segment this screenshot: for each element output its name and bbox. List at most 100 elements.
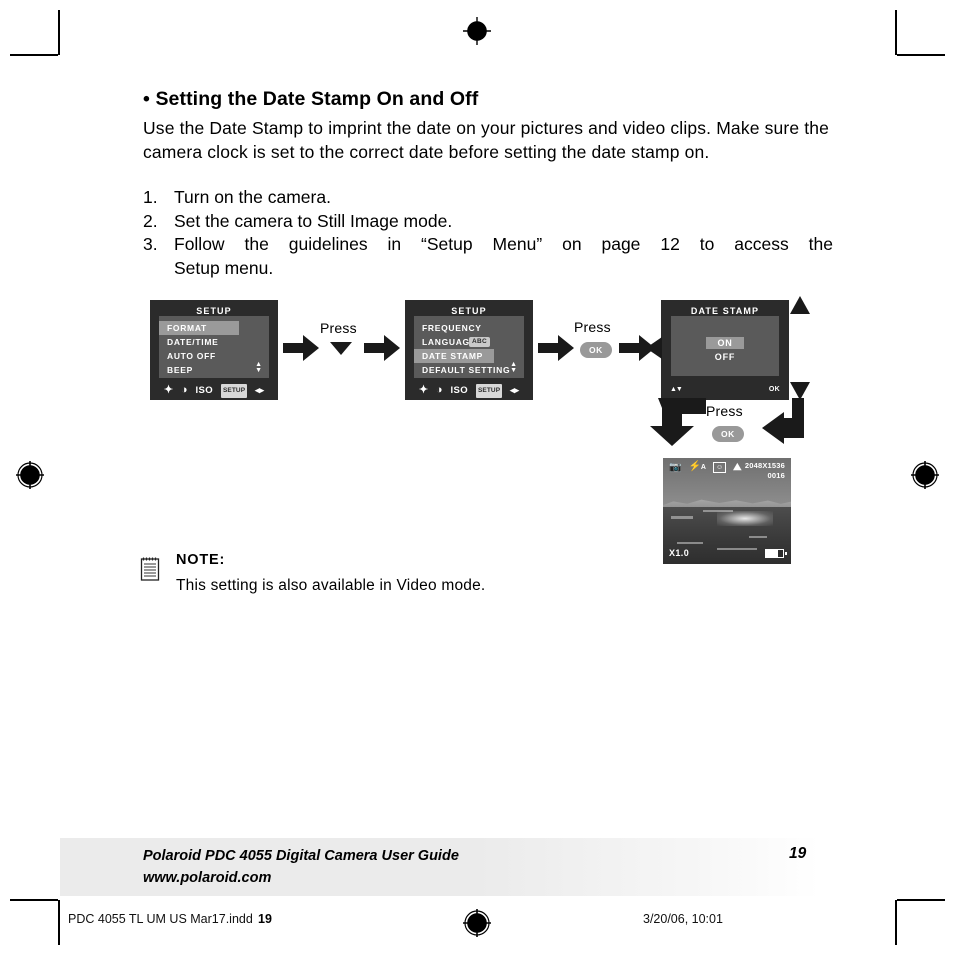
white-balance-icon[interactable]: ✦ <box>419 385 428 396</box>
language-abc-badge: ABC <box>469 337 490 347</box>
flow-arrow-bent-down-left-icon <box>648 398 706 446</box>
preview-capture-info: 2048X1536 0016 <box>745 461 785 481</box>
menu-item-format[interactable]: FORMAT <box>159 321 239 335</box>
iso-icon[interactable]: ISO <box>451 385 469 396</box>
camera-screen-setup-2: SETUP FREQUENCY LANGUAGE ABC DATE STAMP … <box>405 300 533 400</box>
date-stamp-options-panel: ON OFF <box>671 316 779 376</box>
intro-line-3: date stamp on. <box>591 141 710 162</box>
up-down-arrow-icon: ▲▼ <box>670 386 683 393</box>
step-text: Set the camera to Still Image mode. <box>174 210 453 231</box>
setup-tab-icon[interactable]: SETUP <box>475 383 503 398</box>
menu-item-label: FORMAT <box>167 323 207 333</box>
registration-mark-top-icon <box>460 14 494 48</box>
preview-glare <box>716 511 774 526</box>
preview-detail <box>703 510 733 512</box>
menu-item-label: BEEP <box>167 365 193 375</box>
footer-guide-line-1: Polaroid PDC 4055 Digital Camera User Gu… <box>143 848 459 864</box>
page-number: 19 <box>789 845 807 862</box>
white-balance-icon[interactable]: ✦ <box>164 385 173 396</box>
contrast-icon[interactable]: ◑ <box>436 385 443 396</box>
screen1-title: SETUP <box>196 306 232 316</box>
step-text-line-1: Follow the guidelines in “Setup Menu” on… <box>174 234 833 254</box>
press-label-3: Press <box>706 403 743 419</box>
screen3-title: DATE STAMP <box>690 306 760 316</box>
flow-arrow-up-icon <box>790 296 810 314</box>
contrast-icon[interactable]: ◑ <box>181 385 188 396</box>
menu-item-label: FREQUENCY <box>422 323 482 333</box>
setup-tab-icon[interactable]: SETUP <box>220 383 248 398</box>
registration-mark-left-icon <box>13 458 47 492</box>
menu-item-date-time[interactable]: DATE/TIME <box>159 335 269 349</box>
scroll-up-down-icon[interactable]: ▲ ▼ <box>510 361 517 374</box>
flow-arrow-bent-left-icon <box>752 398 804 444</box>
crop-mark-bottom-right-horizontal <box>897 899 945 901</box>
steps-list: 1. Turn on the camera. 2. Set the camera… <box>143 186 833 280</box>
preview-top-osd: 📷 ⚡A ☺ ⛰ 2048X1536 0016 <box>663 458 791 484</box>
screen2-tab-bar: ✦ ◑ ISO SETUP ◂▸ <box>405 381 533 400</box>
ok-button-chip-1[interactable]: OK <box>580 342 612 358</box>
press-label-2: Press <box>574 319 611 335</box>
flow-arrow-right-1-icon <box>283 335 319 361</box>
flow-arrow-right-3-icon <box>538 335 574 361</box>
flow-arrow-pointer-icon <box>646 337 662 359</box>
date-stamp-option-off[interactable]: OFF <box>671 352 779 362</box>
page-title: • Setting the Date Stamp On and Off <box>143 88 479 110</box>
menu-item-beep[interactable]: BEEP <box>159 363 269 377</box>
crop-mark-top-left-horizontal <box>10 54 58 56</box>
menu-item-label: DATE STAMP <box>422 351 483 361</box>
imprint-filename: PDC 4055 TL UM US Mar17.indd <box>68 912 253 926</box>
screen1-menu-panel: FORMAT DATE/TIME AUTO OFF BEEP ▲ ▼ <box>159 316 269 378</box>
imprint-timestamp: 3/20/06, 10:01 <box>643 912 723 926</box>
menu-item-default-setting[interactable]: DEFAULT SETTING <box>414 363 524 377</box>
registration-mark-bottom-icon <box>460 906 494 940</box>
menu-item-label: DATE/TIME <box>167 337 219 347</box>
list-item: 2. Set the camera to Still Image mode. <box>143 210 833 234</box>
preview-bottom-osd: X1.0 <box>663 548 791 560</box>
menu-item-frequency[interactable]: FREQUENCY <box>414 321 524 335</box>
crop-mark-bottom-right-vertical <box>895 900 897 945</box>
left-right-icon[interactable]: ◂▸ <box>510 385 519 396</box>
press-label-1: Press <box>320 320 357 336</box>
left-right-icon[interactable]: ◂▸ <box>255 385 264 396</box>
intro-line-1: Use the Date Stamp to imprint the date o… <box>143 118 712 138</box>
preview-detail <box>671 516 693 519</box>
menu-item-auto-off[interactable]: AUTO OFF <box>159 349 269 363</box>
footer-website: www.polaroid.com <box>143 870 272 886</box>
portrait-frame-icon: ☺ <box>712 462 727 473</box>
menu-item-date-stamp[interactable]: DATE STAMP <box>414 349 494 363</box>
down-arrow-icon <box>330 342 352 355</box>
registration-mark-right-icon <box>908 458 942 492</box>
scroll-up-down-icon[interactable]: ▲ ▼ <box>255 361 262 374</box>
menu-item-language[interactable]: LANGUAGE ABC <box>414 335 524 349</box>
note-title: NOTE: <box>176 552 226 568</box>
step-text: Turn on the camera. <box>174 187 331 207</box>
screen3-footer: ▲▼ OK <box>661 386 789 398</box>
crop-mark-bottom-left-vertical <box>58 900 60 945</box>
camera-screen-date-stamp: DATE STAMP ON OFF ▲▼ OK <box>661 300 789 400</box>
screen2-title: SETUP <box>451 306 487 316</box>
note-block: NOTE: This setting is also available in … <box>140 552 660 595</box>
step-text-line-2: Setup menu. <box>174 257 274 278</box>
step-number: 2. <box>143 210 158 231</box>
option-label: OFF <box>714 352 736 362</box>
zoom-level-label: X1.0 <box>669 548 690 558</box>
flash-auto-icon: ⚡A <box>688 461 706 472</box>
crop-mark-top-left-vertical <box>58 10 60 55</box>
date-stamp-option-on[interactable]: ON <box>671 337 779 349</box>
iso-icon[interactable]: ISO <box>196 385 214 396</box>
footer-guide-title: Polaroid PDC 4055 Digital Camera User Gu… <box>143 845 459 889</box>
intro-paragraph: Use the Date Stamp to imprint the date o… <box>143 117 833 164</box>
landscape-mountain-icon: ⛰ <box>733 461 742 473</box>
imprint-page-number: 19 <box>258 912 272 926</box>
crop-mark-top-right-horizontal <box>897 54 945 56</box>
crop-mark-top-right-vertical <box>895 10 897 55</box>
preview-detail <box>749 536 767 538</box>
crop-mark-bottom-left-horizontal <box>10 899 58 901</box>
menu-item-label: DEFAULT SETTING <box>422 365 511 375</box>
step-number: 1. <box>143 187 158 207</box>
camera-screen-setup-1: SETUP FORMAT DATE/TIME AUTO OFF BEEP ▲ ▼ … <box>150 300 278 400</box>
list-item: 3. Follow the guidelines in “Setup Menu”… <box>143 233 833 280</box>
list-item: 1. Turn on the camera. <box>143 186 833 210</box>
preview-mode-icons: 📷 ⚡A ☺ ⛰ <box>669 462 742 473</box>
ok-button-chip-2[interactable]: OK <box>712 426 744 442</box>
